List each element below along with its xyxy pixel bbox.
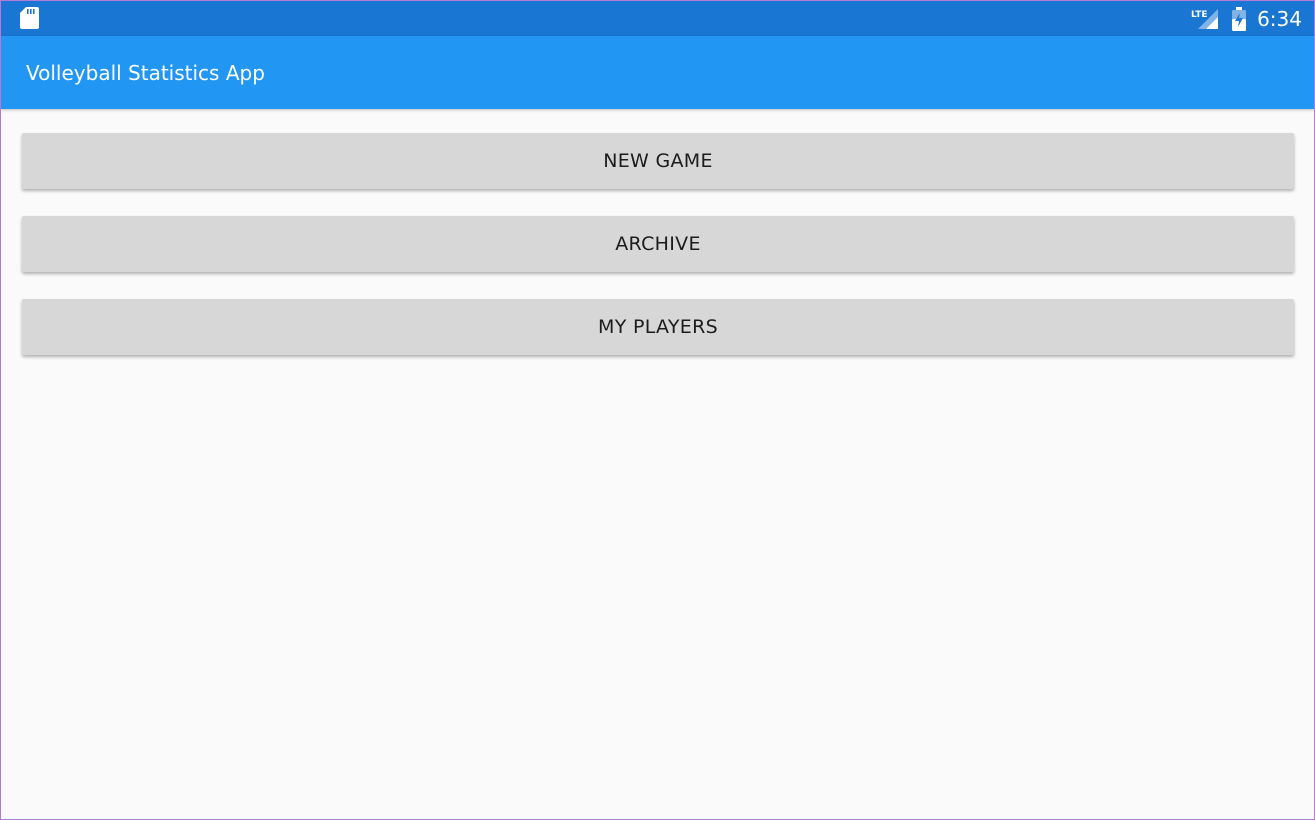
app-title: Volleyball Statistics App: [26, 61, 265, 85]
my-players-button[interactable]: MY PLAYERS: [22, 299, 1294, 355]
status-bar: LTE 6:34: [1, 1, 1314, 36]
battery-charging-icon: [1232, 6, 1247, 31]
sd-card-icon: [20, 7, 39, 29]
app-bar: Volleyball Statistics App: [1, 36, 1314, 109]
lte-signal-icon: LTE: [1191, 8, 1219, 29]
svg-text:LTE: LTE: [1191, 10, 1208, 20]
status-clock: 6:34: [1257, 6, 1302, 31]
status-icons: LTE 6:34: [1191, 1, 1302, 36]
new-game-button[interactable]: NEW GAME: [22, 133, 1294, 189]
archive-button[interactable]: ARCHIVE: [22, 216, 1294, 272]
app-screen: LTE 6:34 Volleyball Statistics App NEW G…: [0, 0, 1315, 820]
